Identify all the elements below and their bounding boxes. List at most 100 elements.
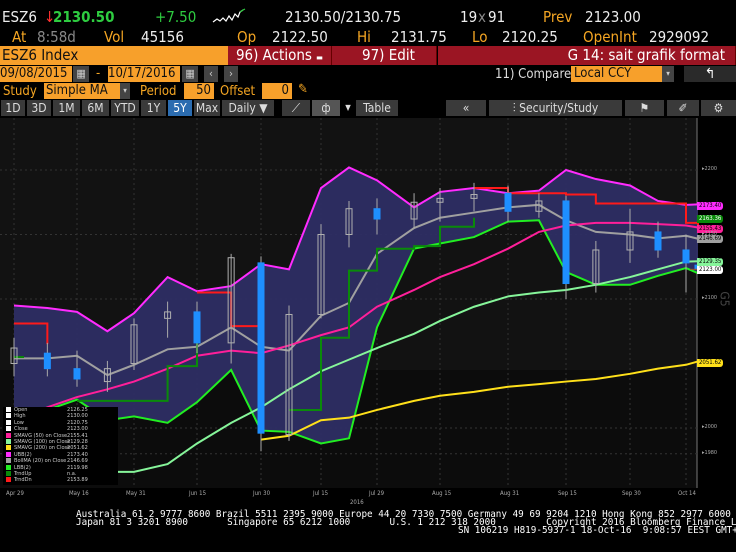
last-value-tag: 2123.00 [697,266,724,274]
x-tick-label: Jun 30 [253,490,271,497]
candlestick-icon[interactable]: ф [312,100,340,116]
date-separator: - [96,66,101,81]
end-date-input[interactable]: 10/17/2016 [108,66,180,82]
candle-body [373,208,381,220]
chevron-down-icon[interactable]: ▾ [662,66,674,82]
calendar-icon[interactable]: ▦ [182,66,198,82]
legend-swatch [6,477,11,483]
ask-size: 91 [488,8,506,26]
legend-label: High [14,413,26,420]
pencil-icon[interactable]: ✎ [298,82,308,97]
compare-select[interactable]: Local CCY [571,66,662,82]
x-tick-label: May 31 [126,490,146,497]
edit-icon[interactable]: ✐ [667,100,699,116]
candle-body [193,311,201,344]
y-tick-label: ▸2200 [702,166,718,172]
x-tick-label: Jul 15 [313,490,329,497]
line-chart-icon[interactable]: ⟋ [282,100,310,116]
last-value-tag: 2051.62 [697,359,724,367]
calendar-icon[interactable]: ▦ [73,66,89,82]
frequency-select[interactable]: Daily ▼ [222,100,274,116]
open-label: Op [237,28,257,46]
vol-value: 45156 [141,28,184,46]
table-button[interactable]: Table [356,100,398,116]
x-tick-label: Apr 29 [6,490,24,497]
back-icon[interactable]: ↰ [684,66,736,82]
legend-label: Open [14,407,28,413]
range-1m[interactable]: 1M [53,100,80,116]
openint-value: 2929092 [649,28,710,46]
x-tick-label: May 16 [69,490,89,497]
security-input[interactable]: ESZ6 Index [0,46,228,65]
candle-body [682,249,690,264]
actions-menu[interactable]: 96) Actions ▬ [228,46,332,65]
legend-swatch [6,407,11,412]
at-label: At [12,28,27,46]
candle-body [73,368,81,380]
legend-label: BollMA (20) on Close [14,458,67,465]
offset-input[interactable]: 0 [262,83,292,99]
range-max[interactable]: Max [194,100,220,116]
security-study-button[interactable]: ⫶ Security/Study [489,100,622,116]
range-1d[interactable]: 1D [1,100,25,116]
bid-ask: 2130.50/2130.75 [285,8,402,26]
range-3d[interactable]: 3D [27,100,51,116]
open-value: 2122.50 [272,28,328,46]
prev-label: Prev [543,8,573,26]
flag-icon[interactable]: ⚑ [625,100,664,116]
offset-label: Offset [220,84,256,99]
legend-swatch [6,470,11,476]
range-6m[interactable]: 6M [82,100,109,116]
x-tick-label: Aug 15 [432,490,452,497]
chevron-down-icon[interactable]: ▼ [342,100,354,116]
legend-swatch [6,432,11,438]
legend-label: LBB(2) [14,464,31,471]
range-1y[interactable]: 1Y [141,100,166,116]
study-label: Study [3,84,37,99]
edit-menu[interactable]: 97) Edit [332,46,437,65]
legend-label: TrndDn [14,477,32,484]
legend-item[interactable]: TrndDn 2153.89 [3,477,118,483]
legend-label: SMAVG (200) on Close [14,445,71,452]
edit-label: 97) Edit [362,46,415,64]
y-tick-label: ▸2150 [702,230,718,237]
size-separator: x [478,8,486,26]
legend-swatch [6,464,11,470]
start-date-input[interactable]: 09/08/2015 [0,66,72,82]
y-tick-label: ▸2000 [702,424,718,430]
range-ytd[interactable]: YTD [111,100,139,116]
range-5y[interactable]: 5Y [168,100,192,116]
legend-label: Close [14,426,28,433]
chevron-down-icon[interactable]: ▾ [120,83,130,99]
next-period-icon[interactable]: › [224,66,238,82]
actions-label: 96) Actions [235,46,312,64]
x-tick-label: Jun 15 [189,490,207,497]
x-tick-label: Sep 15 [558,490,577,497]
sparkline-icon [212,8,246,23]
bid-size: 19 [460,8,478,26]
legend-label: TrndUp [14,470,32,477]
low-label: Lo [472,28,488,46]
footer-session-info: SN 106219 H819-5937-1 18-Oct-16 9:08:57 … [458,525,736,536]
y-tick-label: ▸2100 [702,295,718,301]
y-tick-label: ▸1980 [702,449,718,456]
legend-swatch [6,458,11,464]
legend-label: UBB(2) [14,451,32,458]
prev-period-icon[interactable]: ‹ [204,66,218,82]
high-label: Hi [357,28,371,46]
collapse-button[interactable]: « [446,100,486,116]
last-value-tag: 2129.35 [697,258,724,266]
gear-icon[interactable]: ⚙ [701,100,736,116]
x-tick-label: Sep 30 [622,490,641,497]
candle-body [654,231,662,251]
security-study-label: Security/Study [519,101,599,115]
legend-label: SMAVG (100) on Close [14,438,71,445]
low-value: 2120.25 [502,28,558,46]
dropdown-icon: ▬ [316,53,324,62]
candle-body [43,352,51,370]
study-select[interactable]: Simple MA [44,83,120,99]
legend-value: 2153.89 [67,477,88,484]
net-change: +7.50 [155,8,197,26]
period-input[interactable]: 50 [184,83,214,99]
candle-body [504,192,512,212]
